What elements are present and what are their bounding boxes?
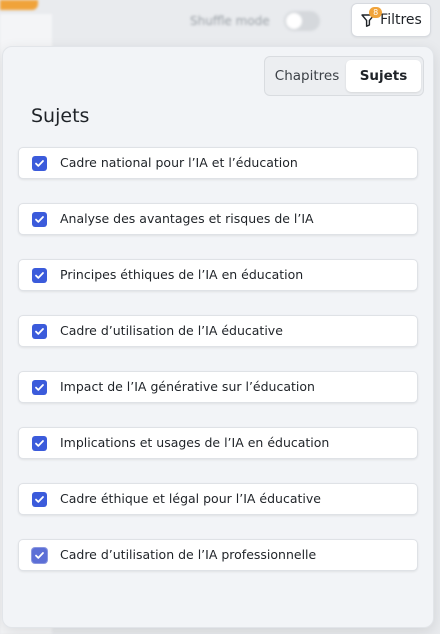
subject-item[interactable]: Impact de l’IA générative sur l’éducatio… <box>18 371 418 403</box>
subject-label: Implications et usages de l’IA en éducat… <box>60 435 330 450</box>
subject-item[interactable]: Cadre éthique et légal pour l’IA éducati… <box>18 483 418 515</box>
subject-checkbox[interactable] <box>32 436 47 451</box>
view-segmented-control: Chapitres Sujets <box>264 56 424 96</box>
subject-label: Cadre éthique et légal pour l’IA éducati… <box>60 491 321 506</box>
subject-checkbox[interactable] <box>32 380 47 395</box>
subject-item[interactable]: Cadre national pour l’IA et l’éducation <box>18 147 418 179</box>
subject-label: Cadre national pour l’IA et l’éducation <box>60 155 298 170</box>
filter-panel: Chapitres Sujets Sujets Cadre national p… <box>2 46 434 628</box>
subject-item[interactable]: Cadre d’utilisation de l’IA éducative <box>18 315 418 347</box>
filters-button-label: Filtres <box>380 12 422 28</box>
subject-item[interactable]: Analyse des avantages et risques de l’IA <box>18 203 418 235</box>
subject-item[interactable]: Principes éthiques de l’IA en éducation <box>18 259 418 291</box>
tab-chapitres[interactable]: Chapitres <box>268 60 346 92</box>
subject-checkbox[interactable] <box>32 324 47 339</box>
subject-item[interactable]: Cadre d’utilisation de l’IA professionne… <box>18 539 418 571</box>
tab-sujets[interactable]: Sujets <box>346 60 421 92</box>
subject-label: Principes éthiques de l’IA en éducation <box>60 267 304 282</box>
filter-icon: 8 <box>360 7 383 28</box>
filter-count-badge: 8 <box>369 7 383 18</box>
subject-list: Cadre national pour l’IA et l’éducation … <box>18 147 418 595</box>
subject-checkbox[interactable] <box>32 156 47 171</box>
filters-button[interactable]: 8 Filtres <box>351 3 431 37</box>
subject-label: Cadre d’utilisation de l’IA professionne… <box>60 547 317 562</box>
subject-checkbox[interactable] <box>32 548 47 563</box>
subject-label: Cadre d’utilisation de l’IA éducative <box>60 323 283 338</box>
subject-label: Impact de l’IA générative sur l’éducatio… <box>60 379 315 394</box>
subject-checkbox[interactable] <box>32 492 47 507</box>
background-accent-bar <box>0 0 38 10</box>
panel-title: Sujets <box>31 105 90 127</box>
shuffle-mode-toggle <box>284 11 320 31</box>
subject-label: Analyse des avantages et risques de l’IA <box>60 211 314 226</box>
subject-item[interactable]: Implications et usages de l’IA en éducat… <box>18 427 418 459</box>
subject-checkbox[interactable] <box>32 268 47 283</box>
subject-checkbox[interactable] <box>32 212 47 227</box>
shuffle-mode-label: Shuffle mode <box>190 14 270 28</box>
